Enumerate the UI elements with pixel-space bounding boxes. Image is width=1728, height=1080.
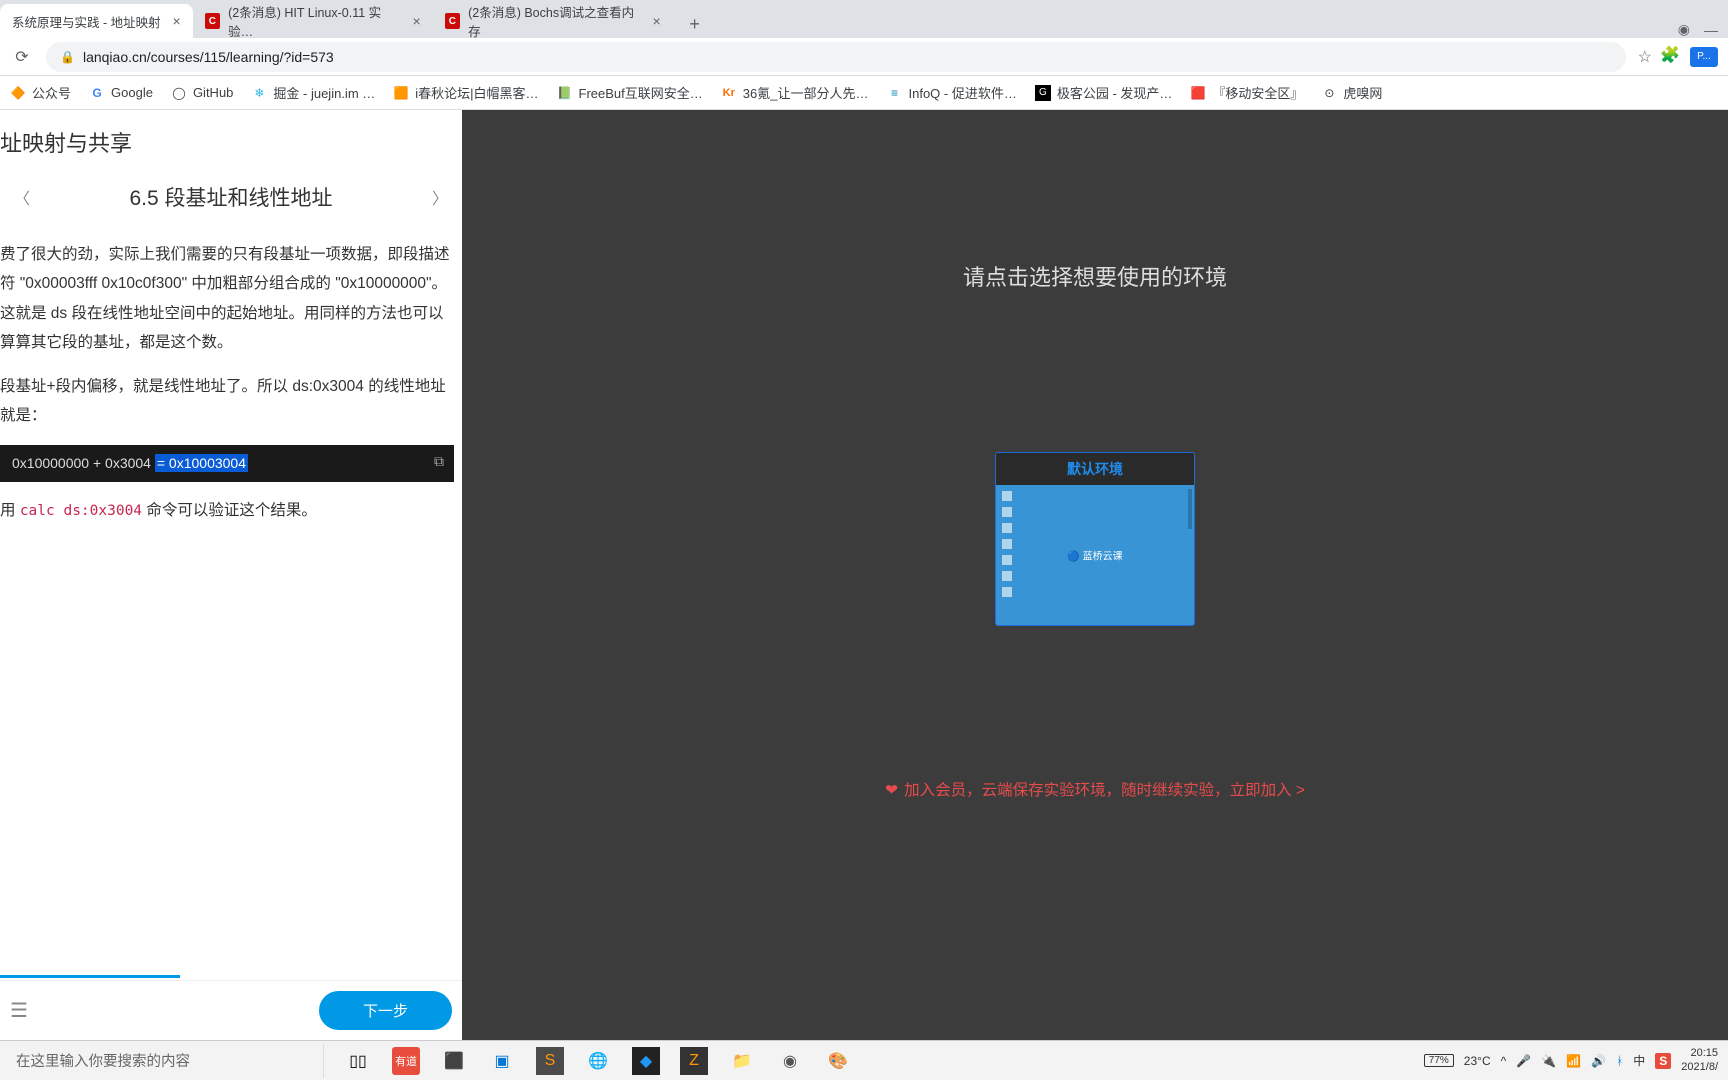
lock-icon: 🔒 [60, 50, 75, 64]
clock[interactable]: 20:15 2021/8/ [1681, 1047, 1718, 1073]
url-text: lanqiao.cn/courses/115/learning/?id=573 [83, 49, 334, 65]
prev-section-button[interactable]: 〈 [12, 185, 32, 209]
app-icon[interactable]: S [536, 1047, 564, 1075]
bookmark-item[interactable]: Kr36氪_让一部分人先… [721, 83, 869, 102]
profile-badge[interactable]: P... [1690, 47, 1718, 67]
account-icon[interactable]: ◉ [1678, 21, 1690, 38]
tab-title: (2条消息) Bochs调试之查看内存 [468, 2, 641, 40]
bookmark-icon: ❄ [251, 85, 267, 101]
close-icon[interactable]: × [409, 13, 425, 29]
bookmark-item[interactable]: 🟧i春秋论坛|白帽黑客… [393, 83, 538, 102]
bookmark-item[interactable]: 🟥『移动安全区』 [1190, 83, 1303, 102]
bookmark-item[interactable]: ❄掘金 - juejin.im … [251, 83, 375, 102]
bookmark-item[interactable]: ◯GitHub [171, 85, 233, 101]
env-prompt: 请点击选择想要使用的环境 [462, 260, 1728, 292]
paragraph: 段基址+段内偏移，就是线性地址了。所以 ds:0x3004 的线性地址就是： [0, 372, 454, 431]
bookmark-item[interactable]: 🔶公众号 [10, 83, 71, 102]
sogou-icon[interactable]: S [1655, 1053, 1671, 1069]
address-bar[interactable]: 🔒 lanqiao.cn/courses/115/learning/?id=57… [46, 42, 1626, 72]
menu-icon[interactable]: ☰ [10, 998, 28, 1023]
paragraph: 用 calc ds:0x3004 命令可以验证这个结果。 [0, 496, 454, 526]
minimize-icon[interactable]: — [1704, 22, 1718, 38]
bookmark-icon: G [1035, 85, 1051, 101]
app-icon[interactable]: ◆ [632, 1047, 660, 1075]
bookmarks-bar: 🔶公众号 GGoogle ◯GitHub ❄掘金 - juejin.im … 🟧… [0, 76, 1728, 110]
bluetooth-icon[interactable]: ᚼ [1616, 1054, 1623, 1068]
wifi-icon[interactable]: 📶 [1566, 1054, 1581, 1068]
bookmark-icon: 🔶 [10, 85, 26, 101]
tray-icon[interactable]: 🎤 [1516, 1054, 1531, 1068]
bookmark-icon: 🟥 [1190, 85, 1206, 101]
close-icon[interactable]: × [169, 13, 185, 29]
bookmark-icon: ≡ [886, 85, 902, 101]
windows-search-input[interactable]: 在这里输入你要搜索的内容 [4, 1044, 324, 1078]
app-icon[interactable]: ⬛ [440, 1047, 468, 1075]
selected-text: = 0x10003004 [155, 454, 248, 472]
bookmark-icon: 🟧 [393, 85, 409, 101]
join-banner[interactable]: ❤加入会员，云端保存实验环境，随时继续实验，立即加入 > [462, 778, 1728, 800]
bookmark-icon: ◯ [171, 85, 187, 101]
env-preview: 🔵 蓝桥云课 [996, 485, 1194, 625]
chrome-icon[interactable]: 🌐 [584, 1047, 612, 1075]
app-icon[interactable]: 🎨 [824, 1047, 852, 1075]
browser-tab-1[interactable]: C (2条消息) HIT Linux-0.11 实验… × [193, 4, 433, 38]
ime-icon[interactable]: 中 [1633, 1052, 1645, 1069]
favicon-icon: C [445, 13, 460, 29]
bookmark-item[interactable]: GGoogle [89, 85, 153, 101]
app-icon[interactable]: ▣ [488, 1047, 516, 1075]
paragraph: 费了很大的劲，实际上我们需要的只有段基址一项数据，即段描述符 "0x00003f… [0, 240, 454, 358]
tray-icon[interactable]: 🔌 [1541, 1054, 1556, 1068]
tray-icon[interactable]: ^ [1501, 1054, 1507, 1068]
next-step-button[interactable]: 下一步 [319, 991, 452, 1030]
app-icon[interactable]: Z [680, 1047, 708, 1075]
bookmark-icon: G [89, 85, 105, 101]
taskview-icon[interactable]: ▯▯ [344, 1047, 372, 1075]
env-card-title: 默认环境 [996, 453, 1194, 485]
env-card[interactable]: 默认环境 🔵 蓝桥云课 [995, 452, 1195, 626]
bookmark-item[interactable]: ≡InfoQ - 促进软件… [886, 83, 1016, 102]
star-icon[interactable]: ☆ [1638, 47, 1652, 67]
code-block[interactable]: 0x10000000 + 0x3004 = 0x10003004 ⧉ [0, 445, 454, 482]
section-title: 6.5 段基址和线性地址 [129, 182, 332, 212]
bookmark-item[interactable]: 📗FreeBuf互联网安全… [557, 83, 703, 102]
extension-icon[interactable]: 🧩 [1660, 45, 1684, 69]
bookmark-icon: 📗 [557, 85, 573, 101]
inline-code: calc ds:0x3004 [20, 503, 142, 519]
copy-icon[interactable]: ⧉ [434, 453, 444, 470]
page-title: 址映射与共享 [0, 110, 462, 168]
bookmark-item[interactable]: ⊙虎嗅网 [1321, 83, 1382, 102]
app-icon[interactable]: ◉ [776, 1047, 804, 1075]
bookmark-icon: Kr [721, 85, 737, 101]
app-icon[interactable]: 有道 [392, 1047, 420, 1075]
volume-icon[interactable]: 🔊 [1591, 1054, 1606, 1068]
new-tab-button[interactable]: + [681, 10, 709, 38]
reload-icon[interactable]: ⟳ [10, 45, 34, 69]
close-icon[interactable]: × [649, 13, 665, 29]
heart-icon: ❤ [885, 782, 898, 799]
battery-indicator[interactable]: 77% [1424, 1054, 1454, 1067]
progress-indicator [0, 975, 180, 978]
tab-title: (2条消息) HIT Linux-0.11 实验… [228, 2, 401, 40]
next-section-button[interactable]: 〉 [430, 185, 450, 209]
bookmark-item[interactable]: G极客公园 - 发现产… [1035, 83, 1173, 102]
windows-taskbar: 在这里输入你要搜索的内容 ▯▯ 有道 ⬛ ▣ S 🌐 ◆ Z 📁 ◉ 🎨 77%… [0, 1040, 1728, 1080]
bookmark-icon: ⊙ [1321, 85, 1337, 101]
favicon-icon: C [205, 13, 221, 29]
explorer-icon[interactable]: 📁 [728, 1047, 756, 1075]
browser-tab-2[interactable]: C (2条消息) Bochs调试之查看内存 × [433, 4, 673, 38]
tab-title: 系统原理与实践 - 地址映射 [12, 12, 161, 31]
temperature: 23°C [1464, 1054, 1491, 1068]
browser-tab-0[interactable]: 系统原理与实践 - 地址映射 × [0, 4, 193, 38]
